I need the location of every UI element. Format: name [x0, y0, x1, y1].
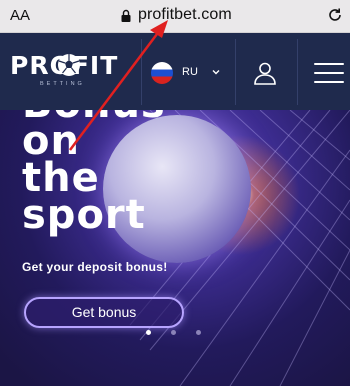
hero-subtitle: Get your deposit bonus!	[22, 260, 168, 274]
hero-banner: Bonus on the sport Get your deposit bonu…	[0, 110, 350, 386]
header-divider	[297, 39, 298, 105]
header-divider	[141, 39, 142, 105]
language-selector[interactable]: RU	[151, 60, 226, 86]
carousel-dot-1[interactable]	[146, 330, 151, 335]
text-size-label: AA	[10, 7, 31, 24]
menu-line	[314, 72, 344, 74]
hamburger-menu-button[interactable]	[314, 63, 344, 83]
text-size-button[interactable]: AA	[10, 7, 30, 24]
url-domain[interactable]: profitbet.com	[138, 6, 232, 24]
chevron-down-icon	[212, 70, 220, 75]
site-header: PROFIT BETTING RU	[0, 33, 350, 110]
menu-line	[314, 63, 344, 65]
russia-flag-icon	[151, 62, 173, 84]
logo-subtext: BETTING	[40, 81, 85, 87]
carousel-dot-3[interactable]	[196, 330, 201, 335]
carousel-dot-2[interactable]	[171, 330, 176, 335]
hero-title: Bonus on the sport	[22, 110, 166, 238]
browser-address-bar[interactable]: AA profitbet.com	[0, 0, 350, 33]
reload-icon[interactable]	[327, 7, 343, 23]
menu-line	[314, 81, 344, 83]
profit-logo[interactable]: PROFIT BETTING	[10, 51, 128, 97]
user-account-icon[interactable]	[253, 61, 277, 85]
language-code: RU	[182, 66, 198, 78]
header-divider	[235, 39, 236, 105]
hero-title-line: sport	[22, 192, 146, 238]
get-bonus-button[interactable]: Get bonus	[24, 297, 184, 328]
soccer-ball-logo-icon	[58, 54, 80, 76]
lock-icon	[121, 9, 131, 22]
